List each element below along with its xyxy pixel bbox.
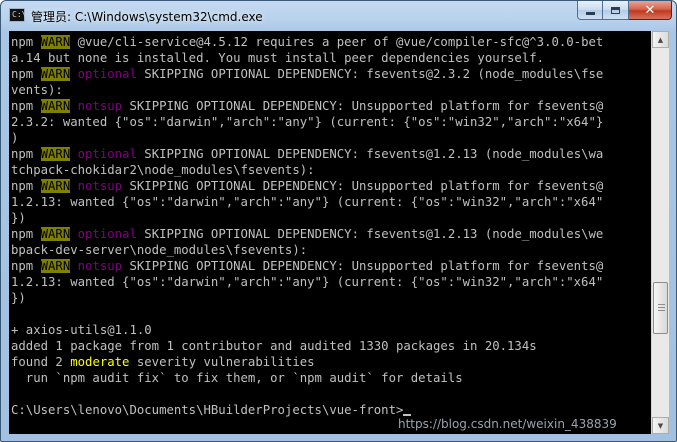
vertical-scrollbar[interactable]: ▲ ▼ (651, 31, 669, 434)
console-text: npm (11, 147, 41, 161)
minimize-icon (585, 11, 595, 15)
console-text: npm (11, 35, 41, 49)
title-bar[interactable]: C:\ 管理员: C:\Windows\system32\cmd.exe ✕ (1, 1, 676, 31)
watermark-url: https://blog.csdn.net/weixin_438839 (398, 417, 617, 431)
console-line: found 2 moderate severity vulnerabilitie… (11, 354, 603, 370)
warn-badge: WARN (40, 67, 71, 81)
console-line: npm WARN notsup SKIPPING OPTIONAL DEPEND… (11, 258, 603, 274)
close-icon: ✕ (644, 2, 656, 18)
console-text: SKIPPING OPTIONAL DEPENDENCY: fsevents@1… (136, 227, 604, 241)
highlight-text: optional (77, 227, 137, 241)
console-text: SKIPPING OPTIONAL DEPENDENCY: Unsupporte… (122, 99, 604, 113)
console-line: 2.3.2: wanted {"os":"darwin","arch":"any… (11, 114, 603, 130)
console-line: npm WARN optional SKIPPING OPTIONAL DEPE… (11, 66, 603, 82)
console-text: 2.3.2: wanted {"os":"darwin","arch":"any… (11, 115, 604, 129)
console-text: }) (11, 291, 26, 305)
warn-badge: WARN (40, 35, 71, 49)
console-text: @vue/cli-service@4.5.12 requires a peer … (70, 35, 604, 49)
highlight-text: notsup (77, 179, 123, 193)
console-line: }) (11, 290, 603, 306)
console-text: severity vulnerabilities (129, 355, 315, 369)
console-line: }) (11, 210, 603, 226)
window-controls: ✕ (577, 1, 672, 21)
cmd-app-icon[interactable]: C:\ (9, 8, 26, 22)
highlight-text: optional (77, 147, 137, 161)
console-line: npm WARN optional SKIPPING OPTIONAL DEPE… (11, 226, 603, 242)
console-text: npm (11, 99, 41, 113)
console-text: SKIPPING OPTIONAL DEPENDENCY: fsevents@2… (136, 67, 604, 81)
console-text: }) (11, 211, 26, 225)
console-text: SKIPPING OPTIONAL DEPENDENCY: fsevents@1… (136, 147, 604, 161)
console-text: ) (11, 131, 19, 145)
console-line: 1.2.13: wanted {"os":"darwin","arch":"an… (11, 274, 603, 290)
warn-badge: WARN (40, 227, 71, 241)
highlight-text: notsup (77, 99, 123, 113)
scroll-thumb[interactable] (653, 282, 668, 334)
console-text: bpack-dev-server\node_modules\fsevents): (11, 243, 308, 257)
console-text: tchpack-chokidar2\node_modules\fsevents)… (11, 163, 315, 177)
console-output[interactable]: npm WARN @vue/cli-service@4.5.12 require… (9, 31, 651, 434)
close-button[interactable]: ✕ (629, 1, 672, 20)
console-line: 1.2.13: wanted {"os":"darwin","arch":"an… (11, 194, 603, 210)
console-text: npm (11, 259, 41, 273)
highlight-text: moderate (70, 355, 130, 369)
text-cursor (403, 414, 412, 416)
minimize-button[interactable] (577, 1, 603, 20)
console-text: added 1 package from 1 contributor and a… (11, 339, 537, 353)
console-line: npm WARN notsup SKIPPING OPTIONAL DEPEND… (11, 98, 603, 114)
arrow-up-icon: ▲ (657, 35, 664, 44)
console-text: SKIPPING OPTIONAL DEPENDENCY: Unsupporte… (122, 179, 604, 193)
console-line: a.14 but none is installed. You must ins… (11, 50, 603, 66)
scroll-down-button[interactable]: ▼ (652, 417, 669, 434)
console-line: vents): (11, 82, 603, 98)
console-text: run `npm audit fix` to fix them, or `npm… (11, 371, 463, 385)
console-line: C:\Users\lenovo\Documents\HBuilderProjec… (11, 402, 603, 418)
scroll-up-button[interactable]: ▲ (652, 31, 669, 48)
warn-badge: WARN (40, 259, 71, 273)
console-line: ) (11, 130, 603, 146)
console-text: 1.2.13: wanted {"os":"darwin","arch":"an… (11, 195, 604, 209)
grip-line (658, 310, 665, 311)
console-text: vents): (11, 83, 63, 97)
console-line: added 1 package from 1 contributor and a… (11, 338, 603, 354)
console-text: C:\Users\lenovo\Documents\HBuilderProjec… (11, 403, 404, 417)
console-text: npm (11, 67, 41, 81)
console-text: a.14 but none is installed. You must ins… (11, 51, 545, 65)
maximize-icon (611, 6, 620, 14)
console-text: SKIPPING OPTIONAL DEPENDENCY: Unsupporte… (122, 259, 604, 273)
warn-badge: WARN (40, 99, 71, 113)
maximize-button[interactable] (603, 1, 629, 20)
console-line: bpack-dev-server\node_modules\fsevents): (11, 242, 603, 258)
console-line: npm WARN optional SKIPPING OPTIONAL DEPE… (11, 146, 603, 162)
console-text: found 2 (11, 355, 71, 369)
console-line: npm WARN @vue/cli-service@4.5.12 require… (11, 34, 603, 50)
console-line: run `npm audit fix` to fix them, or `npm… (11, 370, 603, 386)
console-line: tchpack-chokidar2\node_modules\fsevents)… (11, 162, 603, 178)
window-title: 管理员: C:\Windows\system32\cmd.exe (31, 10, 263, 24)
arrow-down-icon: ▼ (657, 421, 664, 430)
console-lines: npm WARN @vue/cli-service@4.5.12 require… (11, 34, 603, 418)
console-text: + axios-utils@1.1.0 (11, 323, 152, 337)
highlight-text: notsup (77, 259, 123, 273)
console-text: 1.2.13: wanted {"os":"darwin","arch":"an… (11, 275, 604, 289)
grip-line (658, 304, 665, 305)
warn-badge: WARN (40, 147, 71, 161)
warn-badge: WARN (40, 179, 71, 193)
console-text: npm (11, 179, 41, 193)
cmd-window: C:\ 管理员: C:\Windows\system32\cmd.exe ✕ n… (0, 0, 677, 442)
console-line: npm WARN notsup SKIPPING OPTIONAL DEPEND… (11, 178, 603, 194)
grip-line (658, 307, 665, 308)
console-text: npm (11, 227, 41, 241)
highlight-text: optional (77, 67, 137, 81)
console-line: + axios-utils@1.1.0 (11, 322, 603, 338)
